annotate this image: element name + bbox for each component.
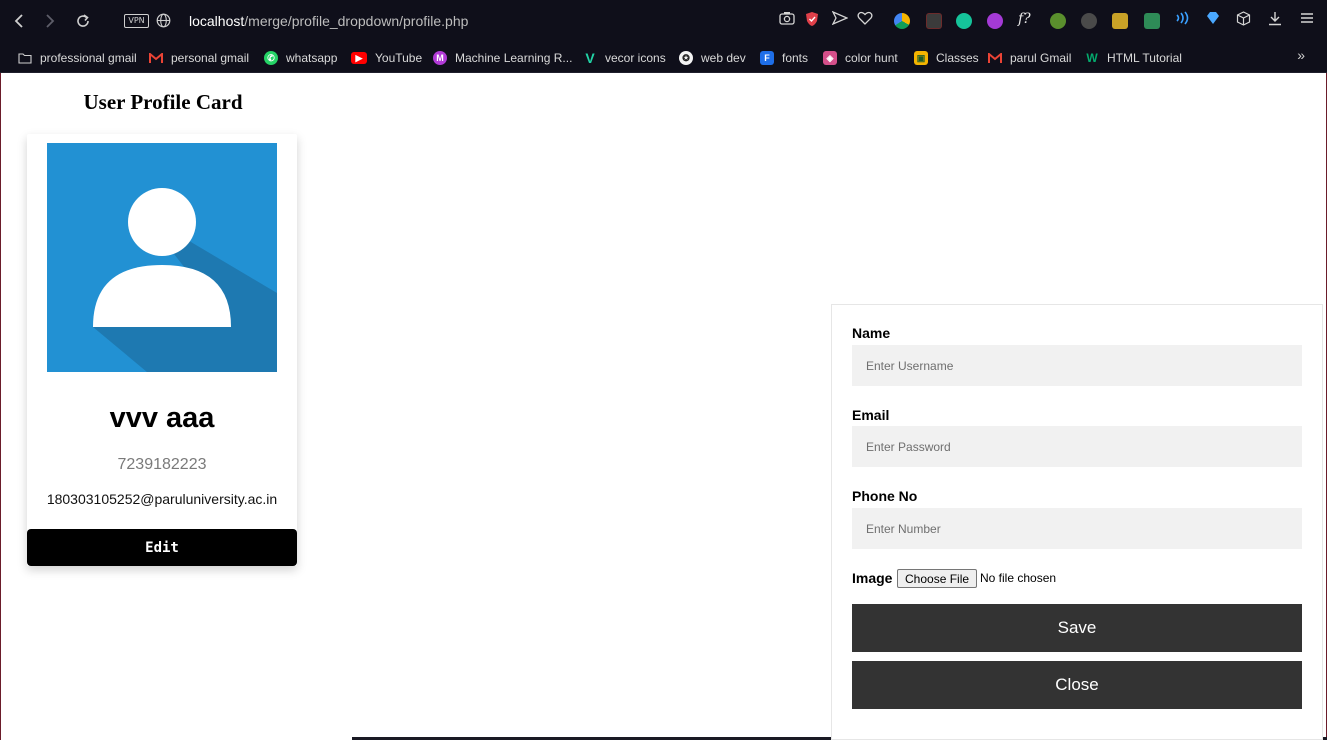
email-input[interactable] [852, 426, 1302, 467]
color-hunt-icon: ◈ [823, 51, 837, 65]
send-icon[interactable] [831, 10, 849, 29]
chevron-double-right-icon[interactable]: » [1297, 47, 1305, 63]
forward-icon[interactable] [40, 11, 60, 31]
m-circle-icon: M [433, 51, 447, 65]
bookmark-item[interactable]: personal gmail [149, 49, 249, 67]
bookmark-item[interactable]: M Machine Learning R... [433, 49, 572, 67]
bookmark-item[interactable]: ✪ web dev [679, 49, 746, 67]
name-label: Name [852, 325, 891, 341]
url-path: /merge/profile_dropdown/profile.php [244, 13, 469, 29]
image-label: Image [852, 570, 893, 586]
eyedropper-extension-icon[interactable] [1144, 13, 1160, 29]
bookmark-label: parul Gmail [1010, 51, 1072, 65]
download-icon[interactable] [1268, 11, 1282, 30]
bookmark-label: HTML Tutorial [1107, 51, 1182, 65]
font-finder-icon[interactable]: f? [1018, 11, 1031, 27]
fonts-icon: F [760, 51, 774, 65]
shield-icon[interactable] [805, 11, 819, 31]
folder-icon [18, 51, 32, 65]
bookmark-item[interactable]: ✆ whatsapp [264, 49, 337, 67]
edit-profile-form: Name Email Phone No Image Choose File No… [831, 304, 1323, 740]
youtube-icon: ▶ [351, 52, 367, 64]
w3schools-icon: W [1086, 51, 1098, 65]
menu-icon[interactable] [1300, 11, 1314, 29]
avatar [47, 143, 277, 372]
bookmark-label: Classes [936, 51, 979, 65]
grammarly-icon[interactable] [956, 13, 972, 29]
bookmark-label: color hunt [845, 51, 898, 65]
phone-label: Phone No [852, 488, 918, 504]
address-bar[interactable]: localhost/merge/profile_dropdown/profile… [189, 13, 468, 29]
phone-input[interactable] [852, 508, 1302, 549]
browser-toolbar: VPN localhost/merge/profile_dropdown/pro… [0, 0, 1327, 43]
bookmark-label: professional gmail [40, 51, 137, 65]
edit-button[interactable]: Edit [27, 529, 297, 566]
extensions-cube-icon[interactable] [1236, 11, 1251, 30]
bookmark-label: personal gmail [171, 51, 250, 65]
profile-name: vvv aaa [109, 402, 215, 434]
user-avatar-icon [93, 188, 277, 372]
cube-extension-icon[interactable] [926, 13, 942, 29]
drive-extension-icon[interactable] [894, 13, 910, 29]
url-host: localhost [189, 13, 245, 29]
profile-phone: 7239182223 [117, 456, 207, 473]
vpn-badge[interactable]: VPN [124, 14, 149, 28]
bookmark-item[interactable]: W HTML Tutorial [1085, 49, 1182, 67]
bug-extension-icon[interactable] [1081, 13, 1097, 29]
bookmark-item[interactable]: Ffonts [760, 49, 808, 67]
email-label: Email [852, 407, 890, 423]
gmail-icon [988, 51, 1002, 65]
color-picker-extension-icon[interactable] [987, 13, 1003, 29]
bookmark-label: fonts [782, 51, 809, 65]
close-button[interactable]: Close [852, 661, 1302, 709]
bookmarks-bar: professional gmail personal gmail ✆ whats… [0, 43, 1327, 73]
profile-card: vvv aaa 7239182223 180303105252@paruluni… [27, 134, 297, 566]
bookmark-item[interactable]: parul Gmail [988, 49, 1071, 67]
bookmark-label: YouTube [375, 51, 423, 65]
bookmark-label: whatsapp [286, 51, 338, 65]
profile-email: 180303105252@paruluniversity.ac.in [46, 491, 278, 507]
bookmark-item[interactable]: ◈ color hunt [823, 49, 898, 67]
choose-file-button[interactable]: Choose File [897, 569, 978, 588]
save-button[interactable]: Save [852, 604, 1302, 652]
bookmark-label: Machine Learning R... [455, 51, 573, 65]
bookmark-item[interactable]: Vvecor icons [583, 49, 666, 67]
bookmark-label: vecor icons [605, 51, 666, 65]
bookmark-item[interactable]: ▶ YouTube [351, 49, 422, 67]
page-title: User Profile Card [83, 90, 243, 114]
diamond-extension-icon[interactable] [1206, 11, 1220, 29]
heart-icon[interactable] [857, 11, 873, 29]
classroom-icon: ▣ [914, 51, 928, 65]
name-input[interactable] [852, 345, 1302, 386]
whatsapp-icon: ✆ [264, 51, 278, 65]
wave-extension-icon[interactable] [1174, 11, 1190, 29]
back-icon[interactable] [9, 11, 29, 31]
v-logo-icon: V [585, 50, 595, 66]
reload-icon[interactable] [73, 11, 93, 31]
bookmark-item[interactable]: ▣ Classes [914, 49, 979, 67]
file-status: No file chosen [980, 571, 1057, 585]
globe-icon[interactable] [156, 13, 171, 28]
camera-icon[interactable] [779, 11, 795, 29]
web-dev-icon: ✪ [679, 51, 693, 65]
bookmark-label: web dev [701, 51, 746, 65]
tree-extension-icon[interactable] [1050, 13, 1066, 29]
bookmark-item[interactable]: professional gmail [18, 49, 137, 67]
gmail-icon [149, 51, 163, 65]
jar-extension-icon[interactable] [1112, 13, 1128, 29]
